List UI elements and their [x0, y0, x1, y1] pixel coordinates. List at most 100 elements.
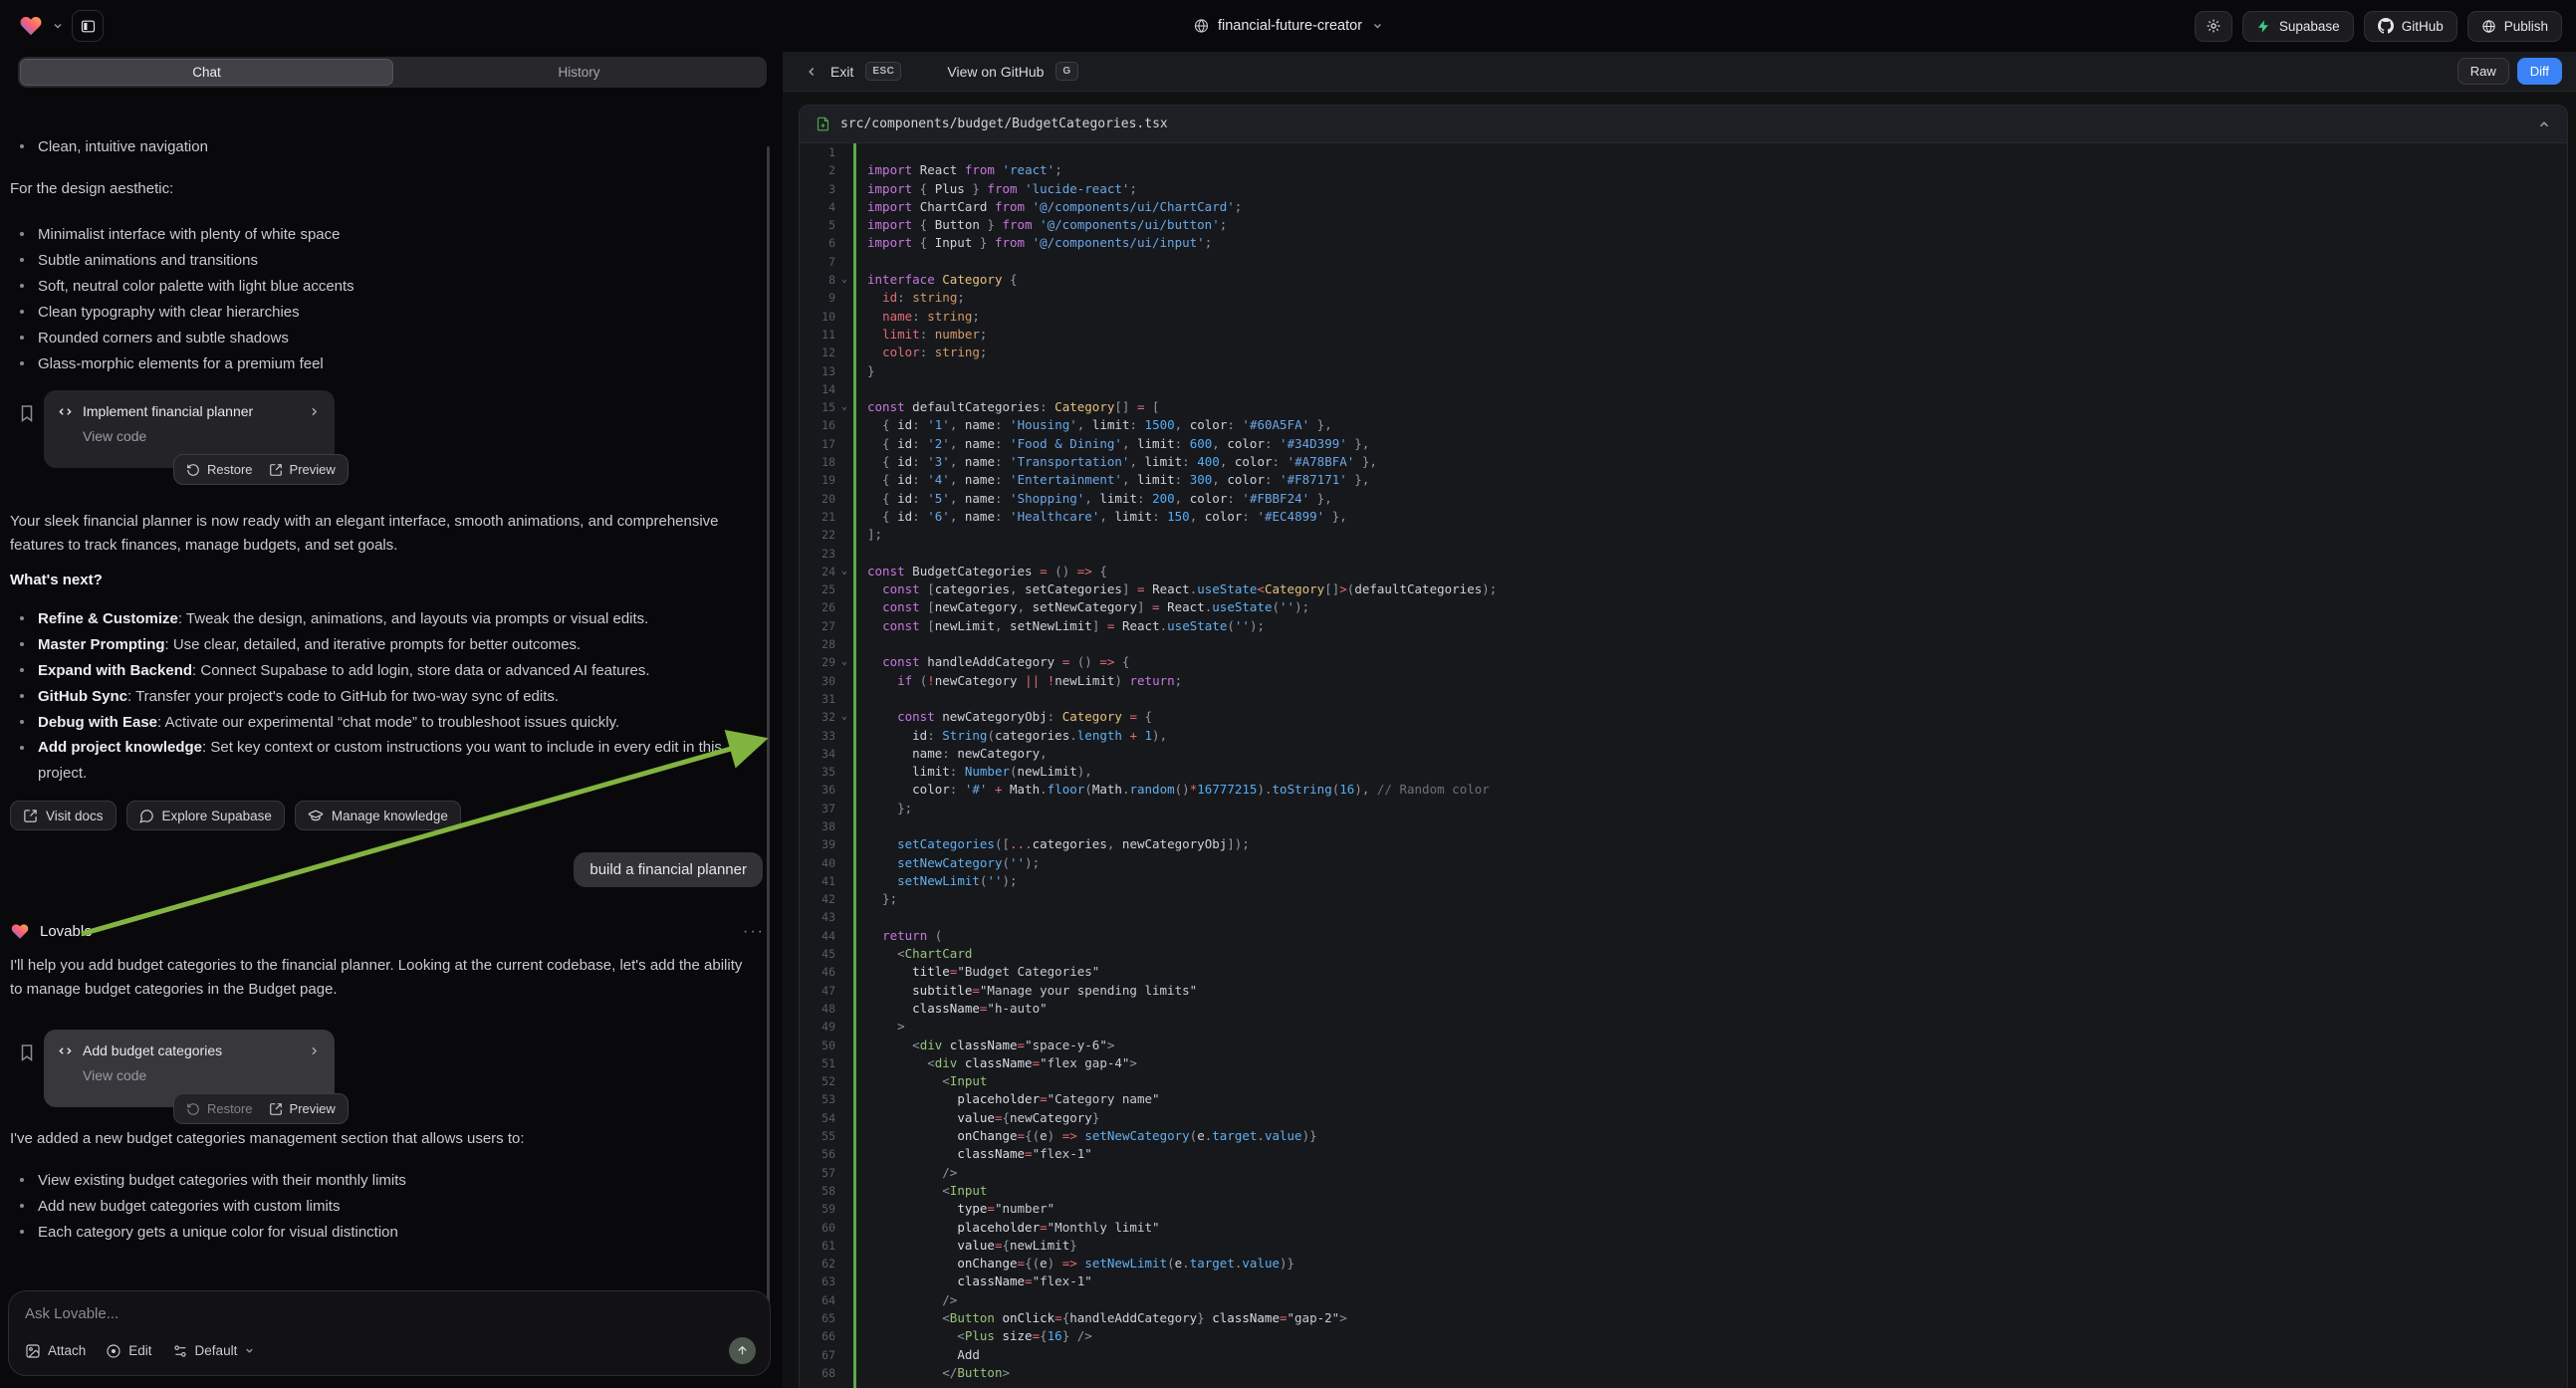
code-text: { id: '4', name: 'Entertainment', limit:… — [853, 471, 1369, 489]
edit-mode-button[interactable]: Edit — [106, 1343, 151, 1359]
fold-toggle-icon[interactable]: ⌄ — [835, 563, 853, 580]
bullet-dot-icon — [20, 258, 24, 262]
code-line: 56 className="flex-1" — [800, 1145, 2567, 1163]
tab-chat[interactable]: Chat — [20, 59, 393, 86]
code-text: value={newLimit} — [853, 1237, 1077, 1255]
code-line: 53 placeholder="Category name" — [800, 1090, 2567, 1108]
project-chevron-down-icon — [1371, 20, 1383, 32]
code-line: 12 color: string; — [800, 344, 2567, 361]
project-switcher[interactable]: financial-future-creator — [1193, 0, 1383, 52]
list-item-text: Each category gets a unique color for vi… — [38, 1224, 398, 1241]
code-text: <Plus size={16} /> — [853, 1327, 1092, 1345]
code-line: 64 /> — [800, 1291, 2567, 1309]
line-number: 61 — [800, 1237, 835, 1255]
globe-icon — [1193, 18, 1209, 34]
code-text: /> — [853, 1164, 957, 1182]
fold-toggle-icon[interactable]: ⌄ — [835, 398, 853, 416]
panel-left-icon — [80, 18, 97, 35]
toggle-sidebar-button[interactable] — [72, 10, 104, 42]
chat-input[interactable] — [25, 1305, 754, 1322]
view-on-github-button[interactable]: View on GitHub — [947, 64, 1044, 80]
view-code-link[interactable]: View code — [83, 1067, 321, 1083]
code-line: 11 limit: number; — [800, 326, 2567, 344]
line-number: 30 — [800, 672, 835, 690]
publish-button[interactable]: Publish — [2467, 11, 2562, 42]
send-button[interactable] — [729, 1337, 756, 1364]
line-number: 65 — [800, 1309, 835, 1327]
line-number: 45 — [800, 945, 835, 963]
bullet-list: Refine & Customize: Tweak the design, an… — [10, 605, 753, 787]
chevron-left-icon[interactable] — [805, 65, 819, 79]
code-text: const BudgetCategories = () => { — [853, 563, 1107, 580]
message-menu-button[interactable]: ··· — [743, 923, 765, 941]
diff-button[interactable]: Diff — [2517, 58, 2562, 85]
chat-heading: What's next? — [10, 572, 753, 588]
code-text: <ChartCard — [853, 945, 972, 963]
model-default-button[interactable]: Default — [172, 1343, 256, 1359]
manage-knowledge-button[interactable]: Manage knowledge — [295, 801, 461, 830]
code-file-card: src/components/budget/BudgetCategories.t… — [799, 105, 2568, 1388]
bullet-dot-icon — [20, 1178, 24, 1182]
supabase-bolt-icon — [2256, 19, 2271, 34]
code-text: }; — [853, 890, 897, 908]
view-code-link[interactable]: View code — [83, 428, 321, 444]
bullet-dot-icon — [20, 336, 24, 340]
version-actions: Restore Preview — [173, 1093, 349, 1124]
fold-toggle-icon — [835, 453, 853, 471]
code-text: return ( — [853, 927, 942, 945]
tab-history[interactable]: History — [393, 59, 765, 86]
fold-toggle-icon — [835, 982, 853, 1000]
code-text: className="flex-1" — [853, 1145, 1092, 1163]
list-item-bold: GitHub Sync — [38, 688, 127, 705]
line-number: 34 — [800, 745, 835, 763]
exit-button[interactable]: Exit — [830, 64, 853, 80]
esc-key-badge: ESC — [865, 62, 901, 81]
fold-toggle-icon — [835, 198, 853, 216]
code-line: 20 { id: '5', name: 'Shopping', limit: 2… — [800, 490, 2567, 508]
fold-toggle-icon — [835, 1200, 853, 1218]
gear-icon — [2206, 18, 2222, 34]
file-header[interactable]: src/components/budget/BudgetCategories.t… — [800, 106, 2567, 143]
list-item-text: Add project knowledge: Set key context o… — [38, 735, 753, 787]
code-line: 59 type="number" — [800, 1200, 2567, 1218]
fold-toggle-icon[interactable]: ⌄ — [835, 708, 853, 726]
visit-docs-button[interactable]: Visit docs — [10, 801, 117, 830]
code-text: name: newCategory, — [853, 745, 1048, 763]
bookmark-icon — [19, 404, 35, 423]
code-text: ]; — [853, 526, 882, 544]
line-number: 3 — [800, 180, 835, 198]
fold-toggle-icon — [835, 672, 853, 690]
attach-button[interactable]: Attach — [25, 1343, 86, 1359]
raw-button[interactable]: Raw — [2458, 58, 2509, 85]
restore-button[interactable]: Restore — [186, 1101, 253, 1116]
fold-toggle-icon — [835, 963, 853, 981]
fold-toggle-icon — [835, 545, 853, 563]
preview-icon — [269, 463, 283, 477]
preview-button[interactable]: Preview — [269, 462, 336, 477]
preview-button[interactable]: Preview — [269, 1101, 336, 1116]
list-item-text: Add new budget categories with custom li… — [38, 1198, 340, 1215]
line-number: 24 — [800, 563, 835, 580]
restore-button[interactable]: Restore — [186, 462, 253, 477]
supabase-button[interactable]: Supabase — [2242, 11, 2354, 42]
code-text: <div className="flex gap-4"> — [853, 1054, 1137, 1072]
explore-supabase-button[interactable]: Explore Supabase — [126, 801, 285, 830]
bullet-dot-icon — [20, 668, 24, 672]
fold-toggle-icon — [835, 362, 853, 380]
github-button[interactable]: GitHub — [2364, 11, 2458, 42]
code-text: <Input — [853, 1072, 987, 1090]
fold-toggle-icon[interactable]: ⌄ — [835, 653, 853, 671]
list-item-text: Clean, intuitive navigation — [38, 138, 208, 155]
list-item-bold: Expand with Backend — [38, 662, 192, 679]
fold-toggle-icon — [835, 1127, 853, 1145]
fold-toggle-icon — [835, 161, 853, 179]
chat-scrollbar[interactable] — [767, 146, 770, 1336]
logo-chevron-down-icon[interactable] — [52, 20, 64, 32]
line-number: 67 — [800, 1346, 835, 1364]
fold-toggle-icon — [835, 1291, 853, 1309]
code-line: 42 }; — [800, 890, 2567, 908]
settings-button[interactable] — [2195, 11, 2232, 42]
fold-toggle-icon[interactable]: ⌄ — [835, 271, 853, 289]
lovable-logo-heart-icon[interactable] — [18, 14, 44, 38]
chevron-up-icon[interactable] — [2537, 117, 2551, 131]
